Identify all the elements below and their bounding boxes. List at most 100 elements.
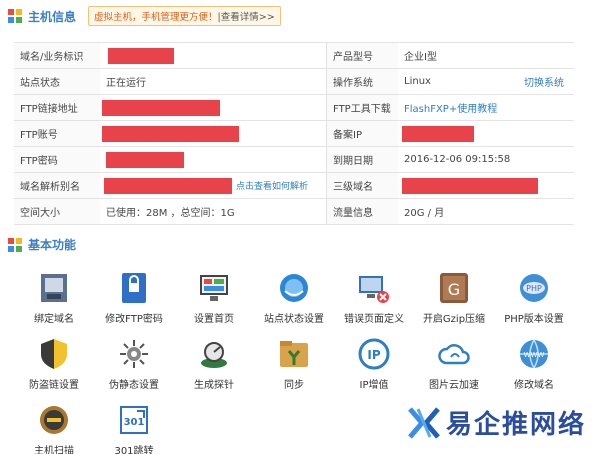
redirect-301-icon: 301 [116, 402, 152, 438]
value-domain [100, 43, 326, 68]
ip-value-button[interactable]: IP IP增值 [334, 336, 414, 391]
bind-domain-icon [36, 270, 72, 306]
php-version-label: PHP版本设置 [504, 314, 564, 325]
table-row: 域名/业务标识 产品型号 企业I型 [14, 43, 574, 69]
label-traffic: 流量信息 [326, 199, 398, 224]
ftp-password-button[interactable]: 修改FTP密码 [94, 270, 174, 325]
cloud-speedup-label: 图片云加速 [429, 380, 479, 391]
brand-logo-icon [408, 406, 440, 439]
error-page-icon [356, 270, 392, 306]
table-row: FTP密码 到期日期 2016-12-06 09:15:58 [14, 147, 574, 173]
modify-domain-button[interactable]: WWW 修改域名 [494, 336, 574, 391]
host-scan-label: 主机扫描 [34, 446, 74, 454]
value-subdomain [398, 173, 574, 198]
host-info-table: 域名/业务标识 产品型号 企业I型 站点状态 正在运行 操作系统 Linux 切… [14, 42, 574, 225]
error-page-button[interactable]: 错误页面定义 [334, 270, 414, 325]
sync-icon [276, 336, 312, 372]
value-traffic: 20G / 月 [404, 208, 445, 219]
ip-icon: IP [356, 336, 392, 372]
sync-button[interactable]: 同步 [254, 336, 334, 391]
redacted-block [402, 126, 474, 142]
value-os: Linux 切换系统 [398, 69, 574, 94]
table-row: 空间大小 已使用：28M ，总空间：1G 流量信息 20G / 月 [14, 199, 574, 225]
brand-watermark: 易企推网络 [406, 404, 586, 441]
value-record-ip [398, 121, 574, 146]
value-product: 企业I型 [404, 52, 437, 63]
cloud-speedup-button[interactable]: 图片云加速 [414, 336, 494, 391]
label-ftp-password: FTP密码 [14, 147, 100, 172]
svg-text:G: G [448, 280, 460, 299]
rewrite-label: 伪静态设置 [109, 380, 159, 391]
value-ftp-account [100, 121, 326, 146]
redacted-block [102, 126, 239, 142]
error-page-label: 错误页面定义 [344, 314, 404, 325]
php-version-button[interactable]: PHP PHP版本设置 [494, 270, 574, 325]
label-domain: 域名/业务标识 [14, 43, 100, 68]
redacted-block [402, 178, 538, 194]
redacted-block [104, 178, 232, 194]
os-text: Linux [404, 76, 431, 87]
notice-text: 虚拟主机，手机管理更方便！ [94, 12, 218, 23]
host-info-header: 主机信息 虚拟主机，手机管理更方便！|查看详情>> [8, 6, 281, 26]
probe-button[interactable]: 生成探针 [174, 336, 254, 391]
basic-functions-header: 基本功能 [8, 236, 76, 253]
table-row: FTP链接地址 FTP工具下载 FlashFXP+使用教程 [14, 95, 574, 121]
redacted-block [102, 100, 220, 116]
redirect-301-label: 301跳转 [114, 446, 154, 454]
redacted-block [108, 48, 174, 64]
rewrite-button[interactable]: 伪静态设置 [94, 336, 174, 391]
homepage-button[interactable]: 设置首页 [174, 270, 254, 325]
site-status-icon [276, 270, 312, 306]
notice-details-link[interactable]: 查看详情>> [221, 12, 275, 23]
value-ftp-password [100, 147, 326, 172]
host-info-icon [8, 9, 22, 23]
basic-functions-icon [8, 237, 22, 252]
bind-domain-button[interactable]: 绑定域名 [14, 270, 94, 325]
anti-leech-button[interactable]: 防盗链设置 [14, 336, 94, 391]
gzip-button[interactable]: G 开启Gzip压缩 [414, 270, 494, 325]
brand-text: 易企推网络 [446, 410, 587, 440]
notice-banner[interactable]: 虚拟主机，手机管理更方便！|查看详情>> [88, 6, 281, 26]
value-space: 已使用：28M ，总空间：1G [106, 208, 235, 219]
scan-icon [36, 402, 72, 438]
label-ftp-tool: FTP工具下载 [326, 95, 398, 120]
table-row: 域名解析别名 点击查看如何解析 三级域名 [14, 173, 574, 199]
homepage-icon [196, 270, 232, 306]
how-to-resolve-link[interactable]: 点击查看如何解析 [236, 179, 308, 192]
site-status-button[interactable]: 站点状态设置 [254, 270, 334, 325]
value-site-status: 正在运行 [106, 78, 146, 89]
sync-label: 同步 [284, 380, 304, 391]
modify-domain-label: 修改域名 [514, 380, 554, 391]
label-subdomain: 三级域名 [326, 173, 398, 198]
value-expiry: 2016-12-06 09:15:58 [404, 154, 511, 165]
svg-text:IP: IP [367, 348, 380, 362]
redirect-301-button[interactable]: 301 301跳转 [94, 402, 174, 454]
svg-text:PHP: PHP [526, 284, 542, 293]
host-scan-button[interactable]: 主机扫描 [14, 402, 94, 454]
bind-domain-label: 绑定域名 [34, 314, 74, 325]
svg-text:301: 301 [124, 417, 145, 428]
site-status-label: 站点状态设置 [264, 314, 324, 325]
label-space: 空间大小 [14, 199, 100, 224]
ip-value-label: IP增值 [359, 380, 389, 391]
gzip-icon: G [436, 270, 472, 306]
ftp-tool-link[interactable]: FlashFXP+使用教程 [398, 95, 574, 120]
basic-functions-title: 基本功能 [28, 238, 77, 252]
value-dns-alias: 点击查看如何解析 [100, 173, 326, 198]
label-os: 操作系统 [326, 69, 398, 94]
switch-os-link[interactable]: 切换系统 [524, 74, 564, 89]
anti-leech-label: 防盗链设置 [29, 380, 79, 391]
www-icon: WWW [516, 336, 552, 372]
gzip-label: 开启Gzip压缩 [422, 314, 486, 325]
redacted-block [106, 152, 184, 168]
label-expiry: 到期日期 [326, 147, 398, 172]
anti-leech-icon [36, 336, 72, 372]
value-ftp-address [100, 95, 326, 120]
table-row: FTP账号 备案IP [14, 121, 574, 147]
label-product: 产品型号 [326, 43, 398, 68]
probe-icon [196, 336, 232, 372]
label-ftp-address: FTP链接地址 [14, 95, 100, 120]
cloud-icon [436, 336, 472, 372]
ftp-tool-link-text[interactable]: FlashFXP+使用教程 [404, 100, 497, 115]
probe-label: 生成探针 [194, 380, 234, 391]
